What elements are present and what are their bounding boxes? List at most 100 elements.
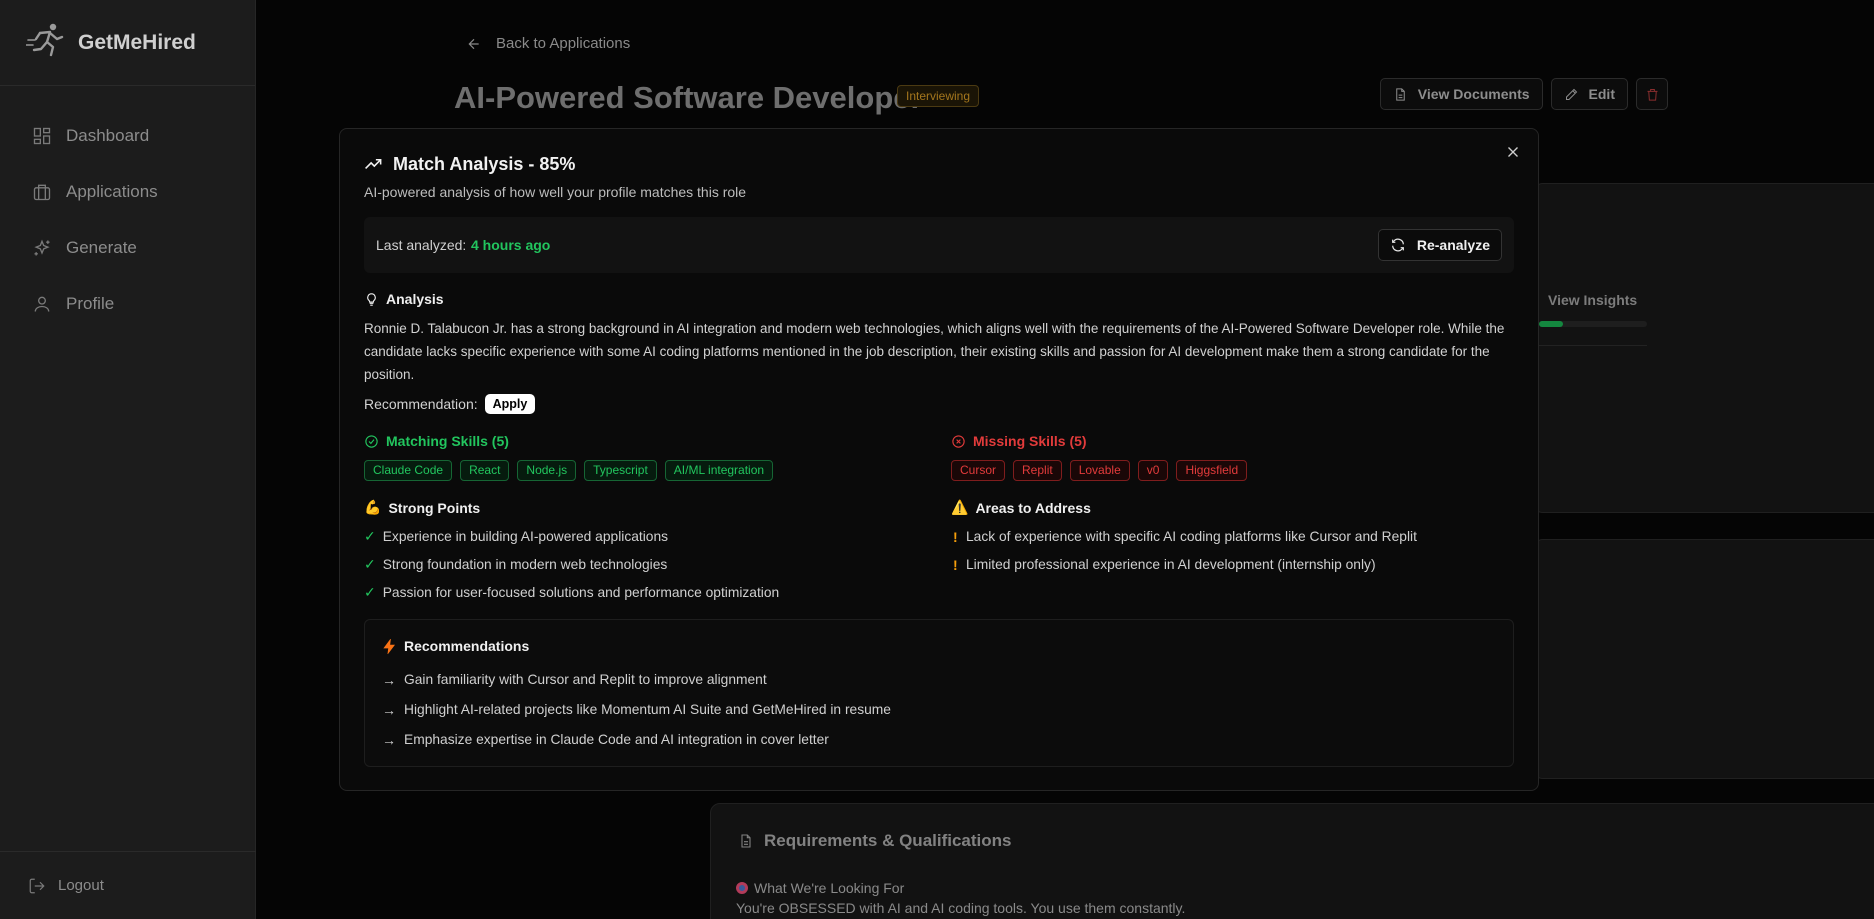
missing-skills-heading-text: Missing Skills (5) <box>973 433 1087 449</box>
list-item: → Gain familiarity with Cursor and Replit… <box>382 670 891 689</box>
document-icon <box>1396 87 1405 101</box>
close-button[interactable] <box>1504 143 1522 161</box>
skill-tag: Replit <box>1013 460 1062 481</box>
skill-tag: Typescript <box>584 460 657 481</box>
check-icon: ✓ <box>364 584 376 600</box>
list-item-text: Experience in building AI-powered applic… <box>382 529 669 544</box>
skill-tag: Cursor <box>951 460 1006 481</box>
last-analyzed-value: 4 hours ago <box>471 237 551 253</box>
dashboard-icon <box>33 127 51 145</box>
skill-tag: v0 <box>1137 460 1169 481</box>
page-title: AI-Powered Software Developer <box>454 80 923 115</box>
warning-icon: ⚠️ <box>951 499 969 515</box>
reanalyze-button[interactable]: Re-analyze <box>1377 229 1502 261</box>
dialog-description: AI-powered analysis of how well your pro… <box>364 184 747 200</box>
requirements-title: Requirements & Qualifications <box>738 831 1012 851</box>
delete-button[interactable] <box>1636 78 1668 110</box>
flexed-biceps-icon: 💪 <box>364 499 382 515</box>
brand[interactable]: GetMeHired <box>0 0 255 86</box>
refresh-icon <box>1391 238 1404 252</box>
list-item-text: Lack of experience with specific AI codi… <box>966 529 1417 544</box>
list-item-text: Highlight AI-related projects like Momen… <box>404 702 891 717</box>
logout-icon <box>29 878 45 893</box>
list-item: → Emphasize expertise in Claude Code and … <box>382 730 891 749</box>
divider <box>1539 345 1647 346</box>
target-icon <box>736 882 748 894</box>
skill-tag: React <box>460 460 510 481</box>
requirements-title-text: Requirements & Qualifications <box>764 831 1012 850</box>
sidebar-item-label: Dashboard <box>66 126 150 145</box>
view-documents-label: View Documents <box>1417 86 1530 102</box>
list-item: ✓ Experience in building AI-powered appli… <box>364 527 779 546</box>
status-badge: Interviewing <box>897 85 980 107</box>
analysis-text: Ronnie D. Talabucon Jr. has a strong bac… <box>364 321 1505 382</box>
briefcase-icon <box>33 184 51 201</box>
trending-up-icon <box>365 158 382 170</box>
requirements-card: Requirements & Qualifications What We're… <box>710 803 1874 919</box>
skill-tag: Higgsfield <box>1176 460 1248 481</box>
missing-skills-heading: Missing Skills (5) <box>951 433 1087 449</box>
arrow-right-icon: → <box>382 701 396 718</box>
insights-card <box>1533 183 1874 513</box>
arrow-right-icon: → <box>382 731 396 748</box>
logout-label: Logout <box>58 877 104 894</box>
insights-progress-bar <box>1539 321 1647 327</box>
list-item: ! Lack of experience with specific AI cod… <box>953 527 1417 546</box>
list-item-text: Gain familiarity with Cursor and Replit … <box>404 672 767 687</box>
trash-icon <box>1647 88 1657 101</box>
lightbulb-icon <box>367 292 376 306</box>
skill-tag: AI/ML integration <box>664 460 774 481</box>
areas-heading-text: Areas to Address <box>975 499 1091 516</box>
insights-progress-fill <box>1539 321 1563 327</box>
areas-list: ! Lack of experience with specific AI cod… <box>953 527 1417 574</box>
list-item: → Highlight AI-related projects like Mome… <box>382 700 891 719</box>
match-analysis-dialog: Match Analysis - 85% AI-powered analysis… <box>339 128 1539 791</box>
back-to-applications-link[interactable]: Back to Applications <box>466 35 630 52</box>
recommendations-list: → Gain familiarity with Cursor and Replit… <box>382 670 891 749</box>
sidebar-item-generate[interactable]: Generate <box>0 220 255 276</box>
view-insights-button[interactable]: View Insights <box>1548 292 1637 308</box>
analysis-heading-text: Analysis <box>386 291 444 307</box>
sidebar-item-dashboard[interactable]: Dashboard <box>0 108 255 164</box>
user-icon <box>34 296 50 312</box>
strong-points-heading-text: Strong Points <box>388 499 481 516</box>
exclamation-icon: ! <box>953 556 958 573</box>
edit-icon <box>1565 88 1577 100</box>
x-circle-icon <box>952 434 965 448</box>
document-icon <box>741 834 751 848</box>
list-item-text: Strong foundation in modern web technolo… <box>382 557 668 572</box>
back-link-label: Back to Applications <box>496 35 631 52</box>
recommendation-row: Recommendation: Apply <box>364 394 536 414</box>
last-analyzed-label: Last analyzed: <box>376 237 467 253</box>
sidebar-item-profile[interactable]: Profile <box>0 276 255 332</box>
page-actions: View Documents Edit <box>1379 78 1668 110</box>
dialog-title-text: Match Analysis - 85% <box>393 154 576 174</box>
list-item-text: Limited professional experience in AI de… <box>966 557 1376 572</box>
requirements-subtitle: What We're Looking For <box>736 880 904 896</box>
skill-tag: Claude Code <box>364 460 453 481</box>
matching-skills-heading: Matching Skills (5) <box>364 433 509 449</box>
sidebar: GetMeHired Dashboard Applications Genera… <box>0 0 256 919</box>
close-icon <box>1508 147 1518 157</box>
runner-logo-icon <box>25 22 66 63</box>
sidebar-item-applications[interactable]: Applications <box>0 164 255 220</box>
list-item-text: Emphasize expertise in Claude Code and A… <box>404 732 829 747</box>
strong-points-list: ✓ Experience in building AI-powered appli… <box>364 527 779 602</box>
skill-tag: Node.js <box>517 460 577 481</box>
last-analyzed-panel: Last analyzed: 4 hours ago Re-analyze <box>364 217 1514 273</box>
list-item-text: Passion for user-focused solutions and p… <box>382 585 780 600</box>
sparkles-icon <box>34 239 50 256</box>
recommendations-heading-text: Recommendations <box>404 638 530 654</box>
recommendation-badge: Apply <box>484 394 536 414</box>
edit-button[interactable]: Edit <box>1550 78 1628 110</box>
recommendations-heading: Recommendations <box>382 638 529 654</box>
brand-name: GetMeHired <box>78 30 196 54</box>
sidebar-item-label: Applications <box>66 182 158 201</box>
secondary-card <box>1533 539 1874 779</box>
arrow-right-icon: → <box>382 671 396 688</box>
view-documents-button[interactable]: View Documents <box>1379 78 1543 110</box>
logout-button[interactable]: Logout <box>0 851 256 919</box>
sidebar-item-label: Generate <box>66 238 137 257</box>
list-item: ✓ Strong foundation in modern web technol… <box>364 555 779 574</box>
list-item: ! Limited professional experience in AI d… <box>953 555 1417 574</box>
